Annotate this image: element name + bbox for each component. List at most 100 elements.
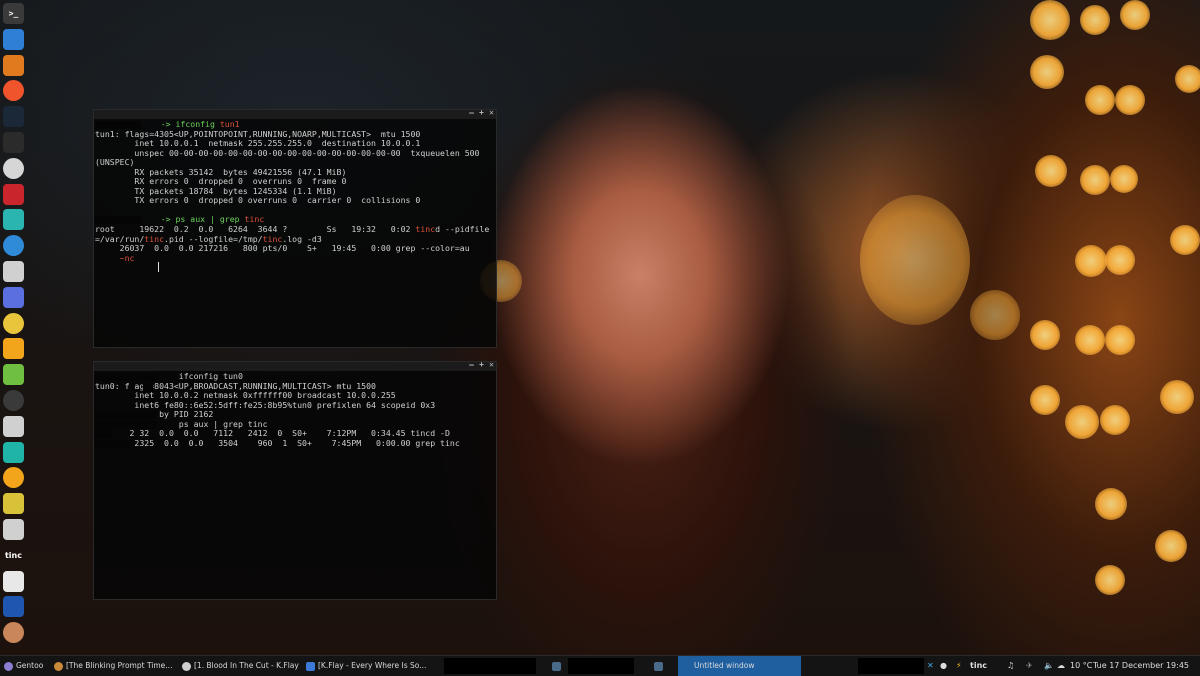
terminal-text: inet6 fe80::6e52:5dff:fe25:8b95%tun0 pre… [95, 400, 436, 410]
terminal-line: tun0: f ags=8043<UP,BROADCAST,RUNNING,MU… [95, 382, 496, 392]
start-menu-button[interactable]: Gentoo [4, 656, 48, 676]
terminal-line: 26037 0.0 0.0 217216 800 pts/0 S+ 19:45 … [95, 244, 496, 254]
face-icon[interactable] [3, 493, 24, 515]
terminal-text: 26037 0.0 0.0 217216 800 pts/0 S+ 19:45 … [95, 244, 470, 254]
terminal-text: RX packets 35142 bytes 49421556 (47.1 Mi… [95, 167, 347, 177]
terminal-line: =/var/run/tinc.pid --logfile=/tmp/tinc.l… [95, 235, 496, 245]
terminal-line: TX packets 18784 bytes 1245334 (1.1 MiB) [95, 187, 496, 197]
terminal-text: 2325 0.0 0.0 3504 960 1 S0+ 7:45PM 0:00.… [95, 438, 460, 448]
steam-icon[interactable] [3, 106, 24, 128]
highlighted-match: tinc [244, 215, 265, 225]
terminal-line: 2325 0.0 0.0 3504 960 1 S0+ 7:45PM 0:00.… [95, 439, 496, 449]
terminal-line: ps aux | grep tinc [95, 420, 496, 430]
terminal-text: tun1: flags=4305<UP,POINTOPOINT,RUNNING,… [95, 129, 421, 139]
redacted-text [143, 382, 153, 391]
terminal-1-output[interactable]: -> ifconfig tun1 tun1: flags=4305<UP,POIN… [94, 119, 496, 263]
text-cursor [158, 262, 159, 272]
arrow-icon[interactable] [3, 390, 24, 411]
maximize-icon[interactable]: + [479, 108, 484, 117]
tray-clock[interactable]: Tue 17 December 19:45 [1093, 656, 1189, 676]
compass-icon[interactable] [3, 519, 24, 540]
minimize-icon[interactable]: – [469, 108, 474, 117]
playstation-icon[interactable] [3, 596, 24, 618]
terminal-line: -> ifconfig tun1 [95, 120, 496, 130]
terminal-window-1[interactable]: – + ✕ -> ifconfig tun1 tun1: flags=4305<U… [93, 108, 497, 348]
backup-icon[interactable] [3, 209, 24, 231]
tray-tinc-label[interactable]: tinc [970, 656, 987, 676]
tinc-logo-icon[interactable]: tinc [3, 545, 24, 566]
terminal-line: RX errors 0 dropped 0 overruns 0 frame 0 [95, 177, 496, 187]
close-icon[interactable]: ✕ [489, 108, 494, 117]
task-button-everywhere-is-so[interactable]: [K.Flay - Every Where Is So... [306, 656, 428, 676]
tray-power-icon[interactable]: ⚡ [956, 656, 962, 676]
tray-volume-icon[interactable]: 🔈 [1044, 656, 1054, 676]
redacted-task-3 [858, 658, 924, 674]
terminal-line: TX errors 0 dropped 0 overruns 0 carrier… [95, 196, 496, 206]
tray-tools-icon[interactable]: ✕ [927, 656, 934, 676]
terminal-text: TX errors 0 dropped 0 overruns 0 carrier… [95, 196, 421, 206]
monkey-icon[interactable] [3, 622, 24, 644]
redacted-prompt [95, 120, 141, 129]
terminal-text: inet 10.0.0.2 netmask 0xffffff00 broadca… [95, 391, 396, 401]
application-dock: >_tinc [0, 0, 27, 655]
terminal-icon[interactable]: >_ [3, 3, 24, 24]
taskbar: Gentoo [The Blinking Prompt Time... [1. … [0, 655, 1200, 676]
terminal-line: inet 10.0.0.1 netmask 255.255.255.0 dest… [95, 139, 496, 149]
tray-rocket-icon[interactable]: ✈ [1026, 656, 1033, 676]
redacted-task-2 [568, 658, 634, 674]
circle-icon[interactable] [3, 441, 24, 463]
brave-icon[interactable] [3, 80, 24, 102]
terminal-line: unspec 00-00-00-00-00-00-00-00-00-00-00-… [95, 149, 496, 159]
android-icon[interactable] [3, 132, 24, 153]
bitcoin-icon[interactable] [3, 338, 24, 360]
camera-icon[interactable] [3, 157, 24, 179]
terminal-text: RX errors 0 dropped 0 overruns 0 frame 0 [95, 177, 347, 187]
terminal-text: =/var/run/ [95, 234, 145, 244]
terminal-line: root 19622 0.2 0.0 6264 3644 ? Ss 19:32 … [95, 225, 496, 235]
shield-icon[interactable] [3, 235, 24, 257]
redacted-text [95, 430, 113, 439]
task-button-icon-small-2[interactable] [654, 656, 666, 676]
sync-icon[interactable] [3, 261, 24, 282]
terminal-line: 'd by PID 2162 [95, 410, 496, 420]
task-button-icon-small[interactable] [552, 656, 564, 676]
terminal-window-2[interactable]: – + ✕ ifconfig tun0 tun0: f ags=8043<UP,B… [93, 360, 497, 600]
leaf-icon[interactable] [3, 364, 24, 386]
redacted-prompt [95, 215, 141, 224]
terminal-line: roo. 2 32 0.0 0.0 7112 2412 0 S0+ 7:12PM… [95, 429, 496, 439]
terminal-text: .log -d3 [282, 234, 322, 244]
terminal-text: tun0: f ags=8043<UP,BROADCAST,RUNNING,MU… [95, 381, 376, 391]
pencil-icon[interactable] [3, 467, 24, 489]
terminal-line: (UNSPEC) [95, 158, 496, 168]
tray-weather-label[interactable]: 10 °C [1070, 656, 1092, 676]
chat-icon[interactable] [3, 570, 24, 592]
close-icon[interactable]: ✕ [489, 360, 494, 369]
firefox-icon[interactable] [3, 54, 24, 76]
highlighted-match: tinc [415, 225, 436, 235]
window-task-icon [552, 661, 561, 671]
terminal-text: roo. 2 32 0.0 0.0 7112 2412 0 S0+ 7:12PM… [95, 429, 450, 439]
wrench-icon[interactable] [3, 183, 24, 205]
tray-status-icon[interactable]: ● [940, 656, 947, 676]
terminal-text: -> ps aux | grep [160, 215, 245, 225]
minimize-icon[interactable]: – [469, 360, 474, 369]
finder-icon[interactable] [3, 28, 24, 50]
terminal-line: tun1: flags=4305<UP,POINTOPOINT,RUNNING,… [95, 130, 496, 140]
notes-icon[interactable] [3, 312, 24, 334]
tray-music-icon[interactable]: ♫ [1007, 656, 1014, 676]
terminal-2-output[interactable]: ifconfig tun0 tun0: f ags=8043<UP,BROADCA… [94, 371, 496, 448]
task-button-blinking-prompt[interactable]: [The Blinking Prompt Time... [54, 656, 178, 676]
terminal-1-titlebar[interactable]: – + ✕ [94, 108, 496, 119]
tray-weather-icon[interactable]: ☁ [1057, 656, 1065, 676]
maximize-icon[interactable]: + [479, 360, 484, 369]
terminal-2-titlebar[interactable]: – + ✕ [94, 360, 496, 371]
task-button-blood-in-the-cut[interactable]: [1. Blood In The Cut - K.Flay ... [182, 656, 302, 676]
terminal-text: inet 10.0.0.1 netmask 255.255.255.0 dest… [95, 139, 421, 149]
debian-icon[interactable] [3, 415, 24, 437]
task-button-untitled-window[interactable]: Untitled window [678, 656, 801, 676]
clock-icon[interactable] [3, 286, 24, 308]
redacted-text [95, 411, 155, 420]
terminal-text: (UNSPEC) [95, 158, 135, 168]
highlighted-match: tinc [144, 234, 165, 244]
